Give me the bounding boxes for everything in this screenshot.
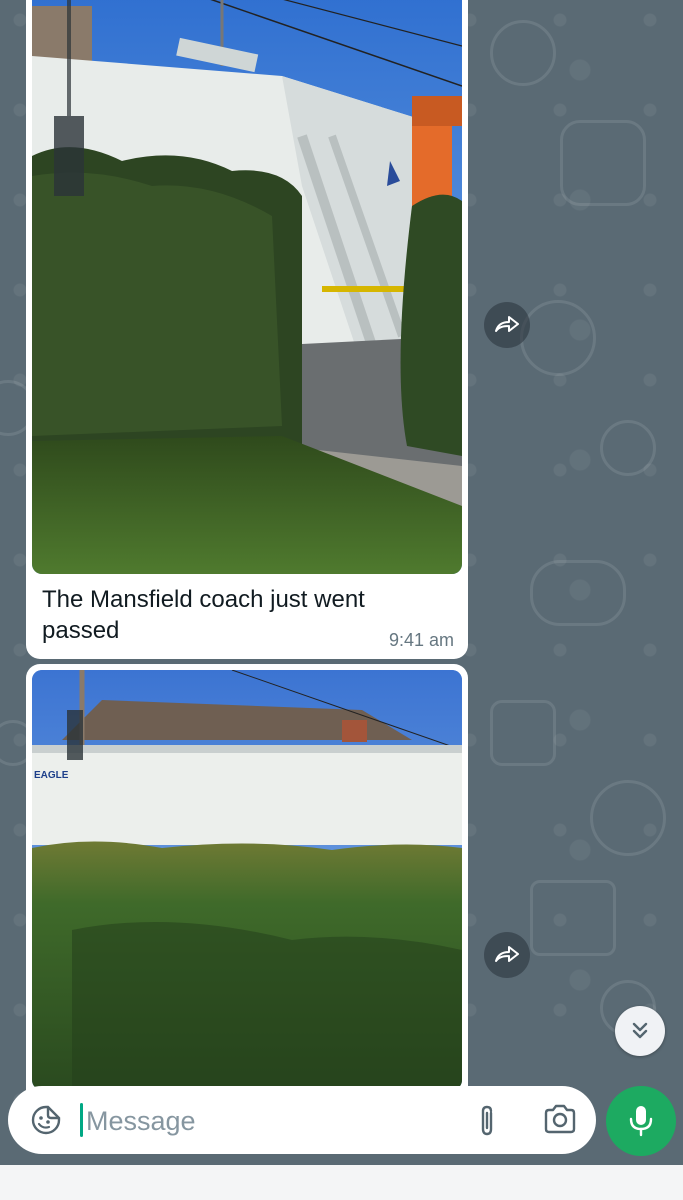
message-photo[interactable]: EAGLE: [32, 670, 462, 1090]
message-input[interactable]: [84, 1098, 458, 1144]
system-navigation-bar: [0, 1165, 683, 1200]
message-bubble[interactable]: The Mansfield coach just went passed 9:4…: [26, 0, 468, 659]
microphone-icon: [629, 1106, 653, 1137]
message-photo[interactable]: [32, 0, 462, 574]
sticker-icon[interactable]: [30, 1104, 62, 1141]
message-caption: The Mansfield coach just went passed: [42, 586, 365, 644]
hedge-vehicle-photo: EAGLE: [32, 670, 462, 1090]
message-composer: [8, 1086, 596, 1154]
forward-icon: [495, 946, 519, 962]
forward-button[interactable]: [484, 932, 530, 978]
scroll-to-bottom-button[interactable]: [615, 1006, 665, 1056]
message-timestamp: 9:41 am: [388, 630, 454, 650]
double-chevron-down-icon: [632, 1022, 648, 1039]
message-bubble[interactable]: EAGLE: [26, 664, 468, 1104]
voice-message-button[interactable]: [606, 1086, 676, 1156]
forward-icon: [495, 316, 519, 332]
vehicle-logo-text: EAGLE: [34, 770, 69, 781]
truck-hedge-photo: [32, 0, 462, 574]
text-cursor: [80, 1103, 83, 1137]
forward-button[interactable]: [484, 302, 530, 348]
camera-icon[interactable]: [543, 1104, 577, 1139]
paperclip-icon[interactable]: [476, 1104, 498, 1143]
